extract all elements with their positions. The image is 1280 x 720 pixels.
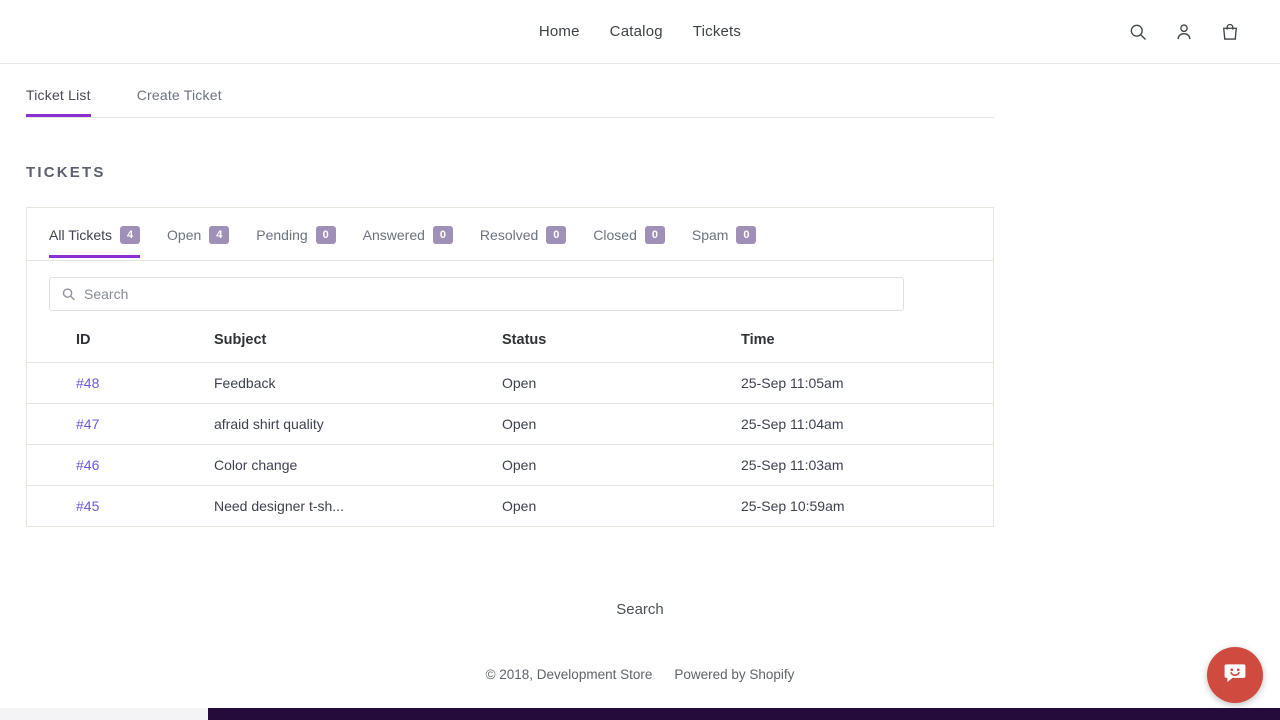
table-row[interactable]: #46 Color change Open 25-Sep 11:03am — [27, 445, 993, 486]
tickets-table: ID Subject Status Time #48 Feedback Open… — [27, 325, 993, 526]
column-header-subject: Subject — [214, 325, 502, 363]
footer-powered-by-shopify[interactable]: Powered by Shopify — [674, 667, 794, 682]
search-icon — [61, 287, 76, 302]
filter-tab-label: Spam — [692, 227, 729, 243]
tickets-table-body: #48 Feedback Open 25-Sep 11:05am #47 afr… — [27, 363, 993, 527]
chat-widget-button[interactable] — [1207, 647, 1263, 703]
app-tab-bar: Ticket List Create Ticket — [26, 64, 994, 118]
column-header-id: ID — [27, 325, 214, 363]
horizontal-scrollbar-track[interactable] — [0, 708, 1280, 720]
cell-id: #45 — [27, 486, 214, 527]
filter-tab-label: Answered — [363, 227, 425, 243]
filter-tab-label: Resolved — [480, 227, 538, 243]
filter-tab-closed[interactable]: Closed 0 — [593, 226, 665, 258]
filter-tab-badge: 0 — [736, 226, 756, 244]
filter-tab-badge: 0 — [546, 226, 566, 244]
filter-tab-label: Closed — [593, 227, 637, 243]
cell-time: 25-Sep 11:05am — [741, 363, 993, 404]
filter-tab-badge: 0 — [433, 226, 453, 244]
tickets-table-head: ID Subject Status Time — [27, 325, 993, 363]
cell-time: 25-Sep 10:59am — [741, 486, 993, 527]
search-area — [27, 261, 993, 325]
site-footer: Search © 2018, Development Store Powered… — [0, 601, 1280, 682]
tickets-card: All Tickets 4 Open 4 Pending 0 Answered … — [26, 207, 994, 527]
filter-tab-label: Pending — [256, 227, 307, 243]
filter-tab-resolved[interactable]: Resolved 0 — [480, 226, 566, 258]
cell-status: Open — [502, 486, 741, 527]
table-row[interactable]: #45 Need designer t-sh... Open 25-Sep 10… — [27, 486, 993, 527]
cell-subject: afraid shirt quality — [214, 404, 502, 445]
cart-icon[interactable] — [1218, 20, 1242, 44]
filter-tab-label: All Tickets — [49, 227, 112, 243]
filter-tab-open[interactable]: Open 4 — [167, 226, 229, 258]
ticket-link[interactable]: #48 — [76, 375, 99, 391]
filter-tab-pending[interactable]: Pending 0 — [256, 226, 335, 258]
column-header-status: Status — [502, 325, 741, 363]
header-icon-group — [1126, 20, 1242, 44]
cell-id: #47 — [27, 404, 214, 445]
table-row[interactable]: #48 Feedback Open 25-Sep 11:05am — [27, 363, 993, 404]
nav-tickets[interactable]: Tickets — [693, 23, 741, 40]
cell-subject: Feedback — [214, 363, 502, 404]
nav-catalog[interactable]: Catalog — [610, 23, 663, 40]
chat-bubble-smiley-icon — [1222, 660, 1248, 691]
horizontal-scrollbar-thumb[interactable] — [208, 708, 1280, 720]
footer-search-link[interactable]: Search — [616, 601, 664, 618]
filter-tab-badge: 0 — [316, 226, 336, 244]
cell-subject: Need designer t-sh... — [214, 486, 502, 527]
cell-subject: Color change — [214, 445, 502, 486]
cell-status: Open — [502, 445, 741, 486]
tab-create-ticket[interactable]: Create Ticket — [137, 87, 222, 117]
cell-id: #46 — [27, 445, 214, 486]
cell-time: 25-Sep 11:04am — [741, 404, 993, 445]
footer-copyright: © 2018, Development Store — [486, 667, 653, 682]
search-box[interactable] — [49, 277, 904, 311]
main-navigation: Home Catalog Tickets — [539, 23, 741, 40]
nav-home[interactable]: Home — [539, 23, 580, 40]
filter-tab-answered[interactable]: Answered 0 — [363, 226, 453, 258]
page-title: TICKETS — [26, 164, 1280, 181]
cell-id: #48 — [27, 363, 214, 404]
ticket-link[interactable]: #45 — [76, 498, 99, 514]
filter-tab-badge: 4 — [209, 226, 229, 244]
page-root: Home Catalog Tickets Ticket Li — [0, 0, 1280, 720]
ticket-link[interactable]: #46 — [76, 457, 99, 473]
tab-ticket-list[interactable]: Ticket List — [26, 87, 91, 117]
status-filter-tabs: All Tickets 4 Open 4 Pending 0 Answered … — [27, 208, 993, 261]
store-header: Home Catalog Tickets — [0, 0, 1280, 64]
table-header-row: ID Subject Status Time — [27, 325, 993, 363]
table-row[interactable]: #47 afraid shirt quality Open 25-Sep 11:… — [27, 404, 993, 445]
cell-time: 25-Sep 11:03am — [741, 445, 993, 486]
filter-tab-all-tickets[interactable]: All Tickets 4 — [49, 226, 140, 258]
cell-status: Open — [502, 404, 741, 445]
search-input[interactable] — [50, 278, 903, 310]
filter-tab-spam[interactable]: Spam 0 — [692, 226, 757, 258]
search-icon[interactable] — [1126, 20, 1150, 44]
filter-tab-badge: 0 — [645, 226, 665, 244]
ticket-link[interactable]: #47 — [76, 416, 99, 432]
footer-legal: © 2018, Development Store Powered by Sho… — [0, 667, 1280, 682]
filter-tab-badge: 4 — [120, 226, 140, 244]
filter-tab-label: Open — [167, 227, 201, 243]
cell-status: Open — [502, 363, 741, 404]
column-header-time: Time — [741, 325, 993, 363]
account-icon[interactable] — [1172, 20, 1196, 44]
